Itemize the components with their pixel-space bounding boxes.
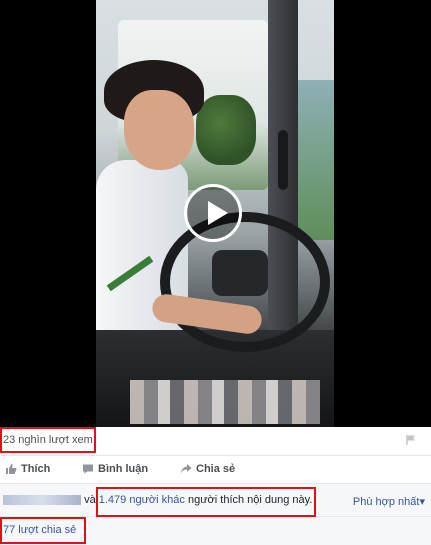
blurred-name (3, 495, 81, 506)
comment-label: Bình luận (98, 463, 149, 475)
side-window (296, 80, 334, 240)
flag-icon[interactable] (405, 434, 417, 446)
views-highlight (0, 427, 96, 453)
steering-hub (212, 250, 268, 296)
shares-highlight (0, 517, 86, 544)
child-face (124, 90, 194, 170)
likes-conjunction: và (84, 494, 96, 506)
comment-icon (83, 464, 93, 474)
pixelated-area (130, 380, 320, 424)
like-label: Thích (21, 463, 51, 475)
door-handle (278, 130, 288, 190)
chevron-down-icon: ▾ (419, 496, 425, 508)
video-player[interactable] (0, 0, 431, 427)
sort-label: Phù hợp nhất (352, 496, 420, 508)
share-button[interactable]: Chia sẻ (180, 463, 235, 475)
play-icon[interactable] (184, 184, 242, 242)
like-button[interactable]: Thích (5, 463, 50, 475)
trees (196, 95, 256, 165)
share-icon (180, 464, 192, 474)
action-bar: Thích Bình luận Chia sẻ (0, 456, 431, 484)
share-label: Chia sẻ (196, 463, 236, 475)
thumbs-up-icon (6, 464, 17, 474)
comment-button[interactable]: Bình luận (82, 463, 148, 475)
likes-highlight (96, 487, 316, 517)
sort-dropdown[interactable]: Phù hợp nhất▾ (353, 495, 425, 508)
